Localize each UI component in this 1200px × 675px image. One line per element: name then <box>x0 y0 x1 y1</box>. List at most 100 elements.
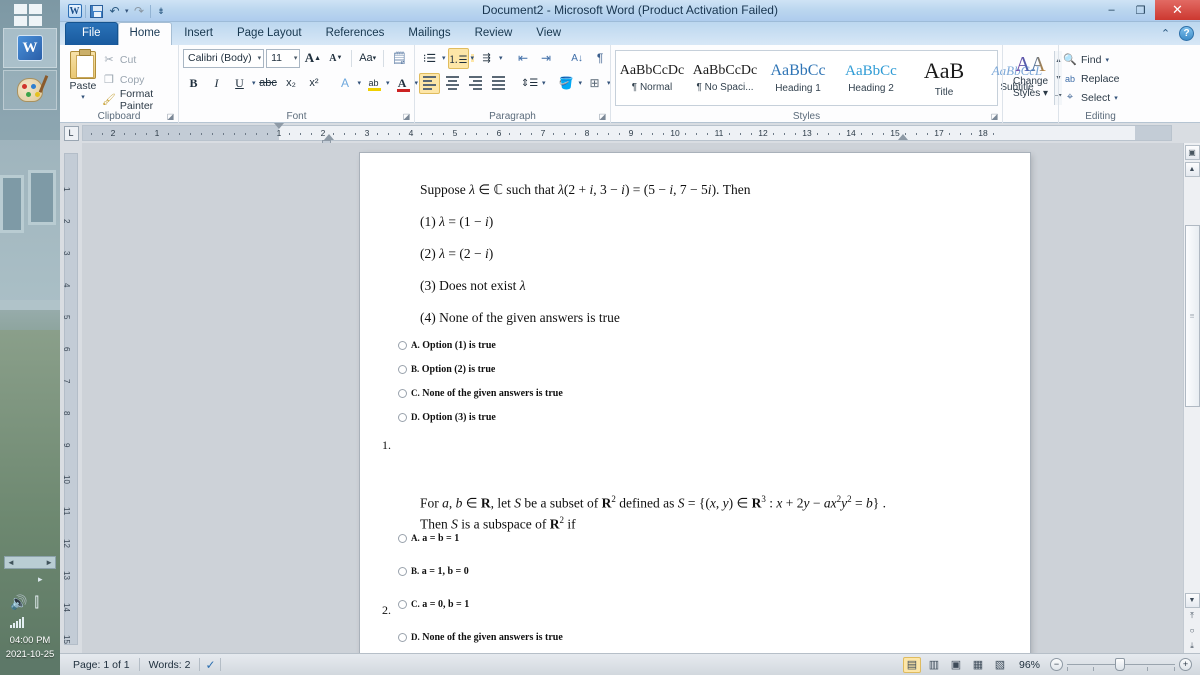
tab-insert[interactable]: Insert <box>172 22 225 45</box>
radio-button-icon[interactable] <box>398 389 407 398</box>
chevron-down-icon[interactable]: ▾ <box>291 54 298 62</box>
radio-button-icon[interactable] <box>398 365 407 374</box>
highlight-color-button[interactable]: ab <box>363 73 384 94</box>
page-indicator[interactable]: Page: 1 of 1 <box>64 659 139 671</box>
text-effects-button[interactable]: A <box>335 73 356 94</box>
radio-button-icon[interactable] <box>398 534 407 543</box>
question-2-option-a[interactable]: A. a = b = 1 <box>398 533 1000 544</box>
question-2-option-b[interactable]: B. a = 1, b = 0 <box>398 566 1000 577</box>
line-spacing-button[interactable]: ⇕☰ <box>519 73 540 94</box>
highlight-dropdown-icon[interactable]: ▾ <box>386 79 390 87</box>
question-1-option-b[interactable]: B. Option (2) is true <box>398 364 980 375</box>
style-heading-1[interactable]: AaBbCc Heading 1 <box>762 51 835 105</box>
draft-view-button[interactable]: ▧ <box>991 657 1009 673</box>
tab-home[interactable]: Home <box>117 22 173 45</box>
minimize-button[interactable]: – <box>1097 0 1126 20</box>
tab-file[interactable]: File <box>65 22 118 45</box>
proofing-status-icon[interactable]: ✓ <box>200 658 220 672</box>
tab-mailings[interactable]: Mailings <box>396 22 462 45</box>
bullets-button[interactable]: ⁝☰ <box>419 48 440 69</box>
restore-button[interactable]: ❐ <box>1126 0 1155 20</box>
next-page-button[interactable]: ⤓ <box>1185 638 1200 653</box>
first-line-indent-marker[interactable] <box>274 123 284 129</box>
paragraph-dialog-launcher[interactable]: ◪ <box>598 112 607 121</box>
decrease-indent-button[interactable]: ⇤ <box>513 48 534 69</box>
scrollbar-thumb[interactable] <box>1184 225 1200 407</box>
styles-dialog-launcher[interactable]: ◪ <box>990 112 999 121</box>
font-color-button[interactable]: A <box>392 73 413 94</box>
zoom-out-button[interactable]: − <box>1050 658 1063 671</box>
zoom-level[interactable]: 96% <box>1013 659 1046 671</box>
style-heading-2[interactable]: AaBbCc Heading 2 <box>835 51 908 105</box>
taskbar-scroll[interactable]: ◄ ► <box>4 556 56 569</box>
full-screen-reading-view-button[interactable]: ▥ <box>925 657 943 673</box>
tab-references[interactable]: References <box>314 22 397 45</box>
styles-gallery[interactable]: AaBbCcDc ¶ Normal AaBbCcDc ¶ No Spaci...… <box>615 50 1062 106</box>
grow-font-button[interactable]: A ▲ <box>302 48 323 69</box>
vertical-ruler[interactable]: 1 2 3 4 5 6 7 8 9 10 11 12 13 14 15 <box>60 143 82 653</box>
taskbar-scroll-left-icon[interactable]: ◄ <box>5 558 17 567</box>
start-button[interactable] <box>14 4 42 26</box>
numbering-button[interactable]: ⒈☰ <box>447 47 469 69</box>
taskbar-clock[interactable]: 04:00 PM 2021-10-25 <box>0 634 60 662</box>
word-count[interactable]: Words: 2 <box>140 659 200 671</box>
chevron-down-icon[interactable]: ▾ <box>255 54 262 62</box>
print-layout-view-button[interactable]: ▤ <box>902 656 921 673</box>
question-2-option-d[interactable]: D. None of the given answers is true <box>398 632 1000 643</box>
question-1-option-d[interactable]: D. Option (3) is true <box>398 412 980 423</box>
right-indent-marker[interactable] <box>898 134 908 140</box>
collapse-ribbon-icon[interactable]: ⌃ <box>1158 26 1173 41</box>
text-effects-dropdown-icon[interactable]: ▾ <box>358 79 362 87</box>
volume-icon[interactable]: 🔊 <box>10 594 27 611</box>
radio-button-icon[interactable] <box>398 600 407 609</box>
show-formatting-marks-button[interactable]: ¶ <box>590 48 611 69</box>
bold-button[interactable]: B <box>183 73 204 94</box>
zoom-slider-thumb[interactable] <box>1115 658 1125 671</box>
shading-dropdown-icon[interactable]: ▾ <box>579 79 583 87</box>
scroll-up-button[interactable]: ▲ <box>1184 162 1200 177</box>
radio-button-icon[interactable] <box>398 567 407 576</box>
align-left-button[interactable] <box>419 72 440 94</box>
network-icon[interactable]: ⫿ <box>34 594 38 611</box>
zoom-in-button[interactable]: + <box>1179 658 1192 671</box>
underline-dropdown-icon[interactable]: ▾ <box>252 79 256 87</box>
document-page[interactable]: Suppose λ ∈ ℂ such that λ(2 + i, 3 − i) … <box>360 153 1030 653</box>
clipboard-dialog-launcher[interactable]: ◪ <box>166 112 175 121</box>
change-case-button[interactable]: Aa ▾ <box>357 48 378 69</box>
superscript-button[interactable]: x² <box>304 73 325 94</box>
bullets-dropdown-icon[interactable]: ▾ <box>442 54 446 62</box>
question-1-option-a[interactable]: A. Option (1) is true <box>398 340 980 351</box>
format-painter-button[interactable]: 🖌 Format Painter <box>102 88 174 112</box>
previous-page-button[interactable]: ⤒ <box>1185 608 1200 623</box>
align-center-button[interactable] <box>442 73 463 94</box>
radio-button-icon[interactable] <box>398 341 407 350</box>
find-dropdown-icon[interactable]: ▾ <box>1105 56 1109 64</box>
question-2-option-c[interactable]: C. a = 0, b = 1 <box>398 599 1000 610</box>
radio-button-icon[interactable] <box>398 633 407 642</box>
find-button[interactable]: 🔍 Find ▾ <box>1063 52 1138 67</box>
line-spacing-dropdown-icon[interactable]: ▾ <box>542 79 546 87</box>
multilevel-list-button[interactable]: ⇶ <box>476 48 497 69</box>
paste-dropdown-icon[interactable]: ▾ <box>81 93 85 101</box>
select-browse-object-button[interactable]: ○ <box>1185 623 1200 638</box>
sort-button[interactable]: A↓ <box>567 48 588 69</box>
taskbar-scroll-right-icon[interactable]: ► <box>43 558 55 567</box>
web-layout-view-button[interactable]: ▣ <box>947 657 965 673</box>
radio-button-icon[interactable] <box>398 413 407 422</box>
select-button[interactable]: ⌖ Select ▾ <box>1063 90 1138 105</box>
outline-view-button[interactable]: ▦ <box>969 657 987 673</box>
shading-button[interactable]: 🪣 <box>556 73 577 94</box>
font-size-combo[interactable]: 11 ▾ <box>266 48 301 68</box>
taskbar-item-word[interactable]: W <box>3 28 57 68</box>
cut-button[interactable]: ✂ Cut <box>102 52 174 67</box>
help-icon[interactable]: ? <box>1179 26 1194 41</box>
replace-button[interactable]: ab Replace <box>1063 71 1138 86</box>
split-window-button[interactable]: ▣ <box>1184 145 1200 160</box>
tray-expand-icon[interactable]: ▸ <box>38 574 43 585</box>
tab-page-layout[interactable]: Page Layout <box>225 22 314 45</box>
scroll-down-button[interactable]: ▼ <box>1184 593 1200 608</box>
tab-view[interactable]: View <box>524 22 573 45</box>
copy-button[interactable]: ❐ Copy <box>102 72 174 87</box>
font-name-combo[interactable]: Calibri (Body) ▾ <box>183 48 265 68</box>
style-no-spacing[interactable]: AaBbCcDc ¶ No Spaci... <box>689 51 762 105</box>
